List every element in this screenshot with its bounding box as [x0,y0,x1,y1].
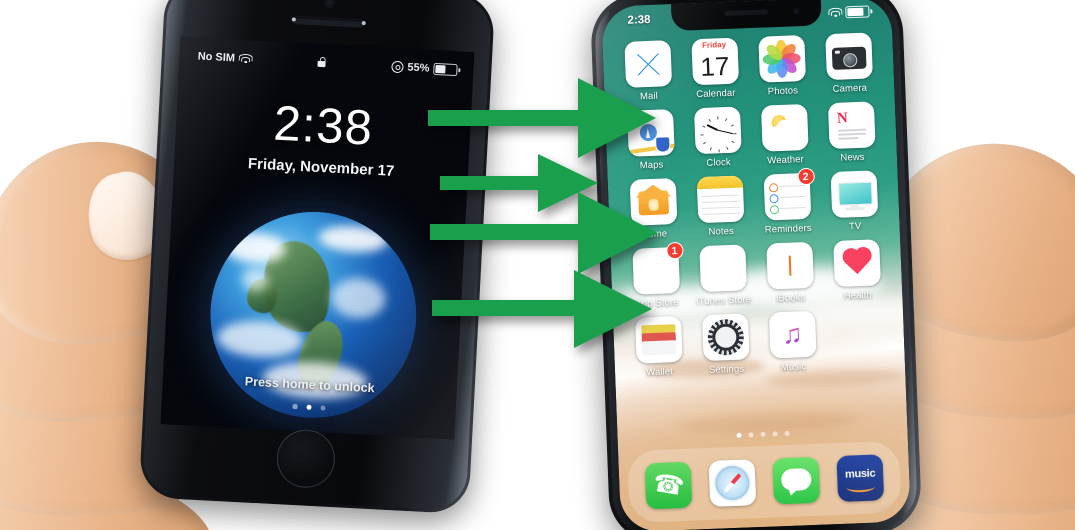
app-icon-tv[interactable]: TV [823,170,886,233]
app-label: Camera [832,82,868,95]
app-icon-health[interactable]: Health [825,239,888,302]
status-time: 2:38 [627,13,651,27]
app-label: Calendar [696,87,736,101]
app-label: TV [848,220,862,233]
arrow-4 [432,270,652,348]
app-icon-photos[interactable]: Photos [750,34,813,98]
lock-time: 2:38 [272,96,375,156]
lock-date: Friday, November 17 [247,155,395,180]
app-label: Health [843,289,873,302]
amazon-music-icon[interactable]: music [836,454,885,503]
app-label: Settings [708,363,745,376]
app-label: Music [780,361,807,374]
app-icon-notes[interactable]: Notes [689,175,752,238]
tv-icon[interactable] [830,170,878,219]
dock[interactable]: ☎ music [627,440,902,524]
app-label: Weather [767,154,804,167]
app-label: Wallet [646,366,674,379]
notes-icon[interactable] [696,175,744,224]
calendar-day: 17 [699,50,730,82]
app-icon-calendar[interactable]: Friday 17 Calendar [683,37,746,100]
health-icon[interactable] [832,239,881,288]
camera-icon[interactable] [824,32,873,81]
weather-icon[interactable] [760,103,809,152]
badge-count: 2 [796,167,815,186]
ibooks-icon[interactable] [765,241,814,290]
app-icon-ibooks[interactable]: iBooks [758,241,821,305]
battery-icon [845,5,870,19]
music-icon[interactable]: ♫ [768,310,817,359]
app-icon-music[interactable]: ♫ Music [761,310,824,374]
app-icon-clock[interactable]: Clock [686,106,749,169]
scene-stage: No SIM 55% 2:38 Friday, November 17 Pres… [0,0,1075,530]
app-icon-itunes-store[interactable]: ★ iTunes Store [691,244,754,307]
app-icon-camera[interactable]: Camera [817,32,880,95]
settings-icon[interactable] [701,313,750,362]
app-label: Reminders [764,222,812,236]
safari-icon[interactable] [708,459,757,507]
app-label: iBooks [776,292,806,305]
app-icon-reminders[interactable]: 2 Reminders [756,167,819,236]
app-label: Photos [767,85,799,98]
phone-icon[interactable]: ☎ [644,461,693,510]
itunes-store-icon[interactable]: ★ [698,244,747,293]
arrow-1 [428,78,656,158]
app-label: Maps [639,159,664,172]
arrow-3 [430,192,658,274]
photos-icon[interactable] [757,34,806,83]
amazon-music-label: music [844,467,876,481]
app-icon-weather[interactable]: Weather [753,103,816,167]
wifi-icon [828,7,843,18]
clock-icon[interactable] [693,106,742,155]
app-label: News [840,151,865,164]
messages-icon[interactable] [772,456,821,505]
calendar-icon[interactable]: Friday 17 [690,37,739,86]
app-icon-settings[interactable]: Settings [694,313,757,376]
app-icon-news[interactable]: N News [820,101,883,164]
news-icon[interactable]: N [827,101,876,150]
badge-count: 1 [665,241,684,260]
app-label: Notes [708,225,735,238]
app-label: Clock [706,156,731,169]
app-label: iTunes Store [696,294,752,308]
